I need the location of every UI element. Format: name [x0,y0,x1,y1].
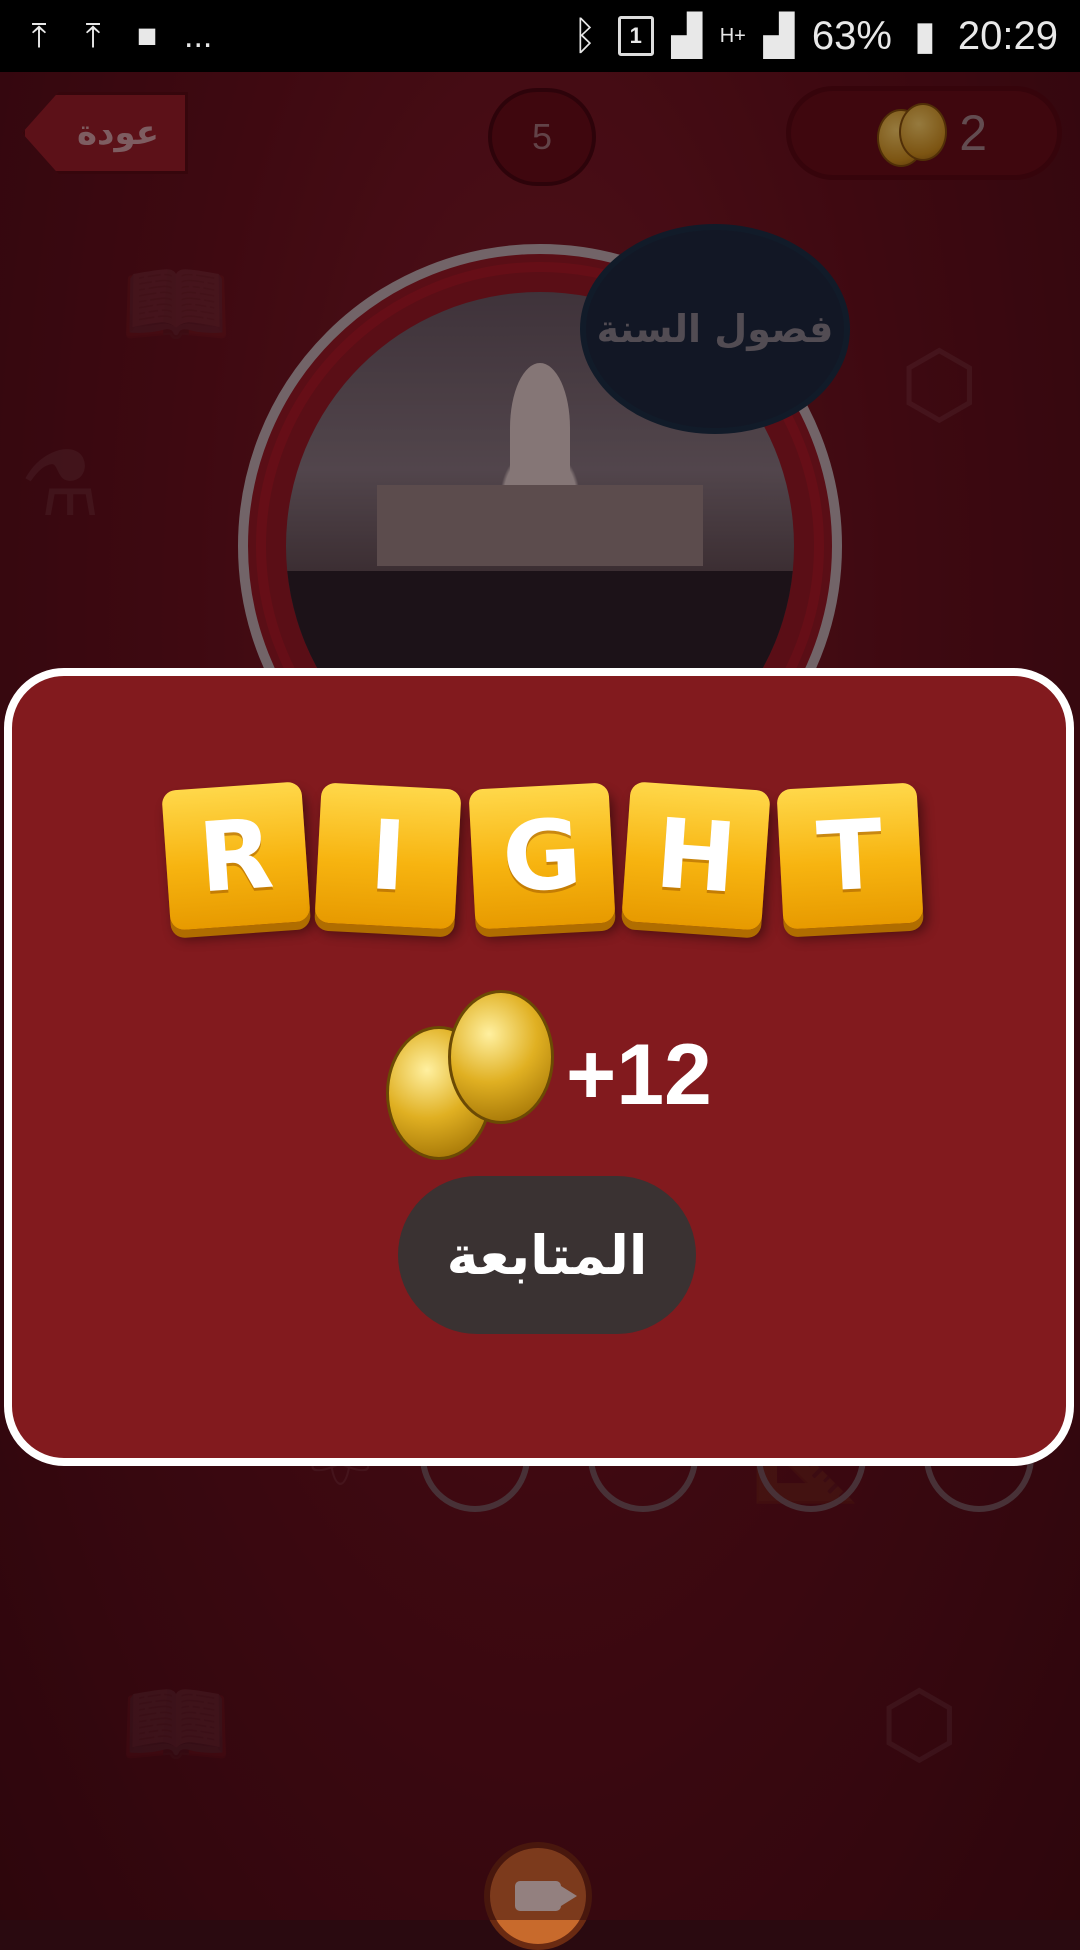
letter-tile: G [468,782,616,930]
status-bar: ⤒ ⤒ ■ ... ᛒ 1 ▟ H+ ▟ 63% ▮ 20:29 [0,0,1080,72]
clock: 20:29 [957,13,1058,58]
signal-icon: ▟ [671,14,703,58]
upload-icon: ⤒ [31,17,47,55]
battery-icon: ▮ [913,14,936,58]
letter-tile: T [776,782,924,930]
letter-tile: I [314,782,462,930]
coins-icon [386,990,556,1160]
signal-strength-icon: ▟ [763,14,795,58]
result-dialog: R I G H T +12 المتابعة [4,668,1074,1466]
game-screen: 📖 ⚗ ⬡ ⚛ 📐 📖 ⬡ عودة 5 2 فصول السنة R I G … [0,72,1080,1950]
bluetooth-icon: ᛒ [572,14,597,58]
letter-tile: R [161,781,311,931]
reward: +12 [386,990,712,1160]
letter-tile: H [621,781,771,931]
battery-percent: 63% [811,13,892,58]
video-icon: ■ [136,17,158,55]
notification-overflow: ... [184,16,213,55]
upload-icon: ⤒ [85,17,101,55]
result-word: R I G H T [160,781,940,936]
continue-button[interactable]: المتابعة [398,1176,696,1334]
network-type: H+ [719,25,746,47]
reward-amount: +12 [566,1026,712,1123]
sim-slot-badge: 1 [617,16,654,56]
